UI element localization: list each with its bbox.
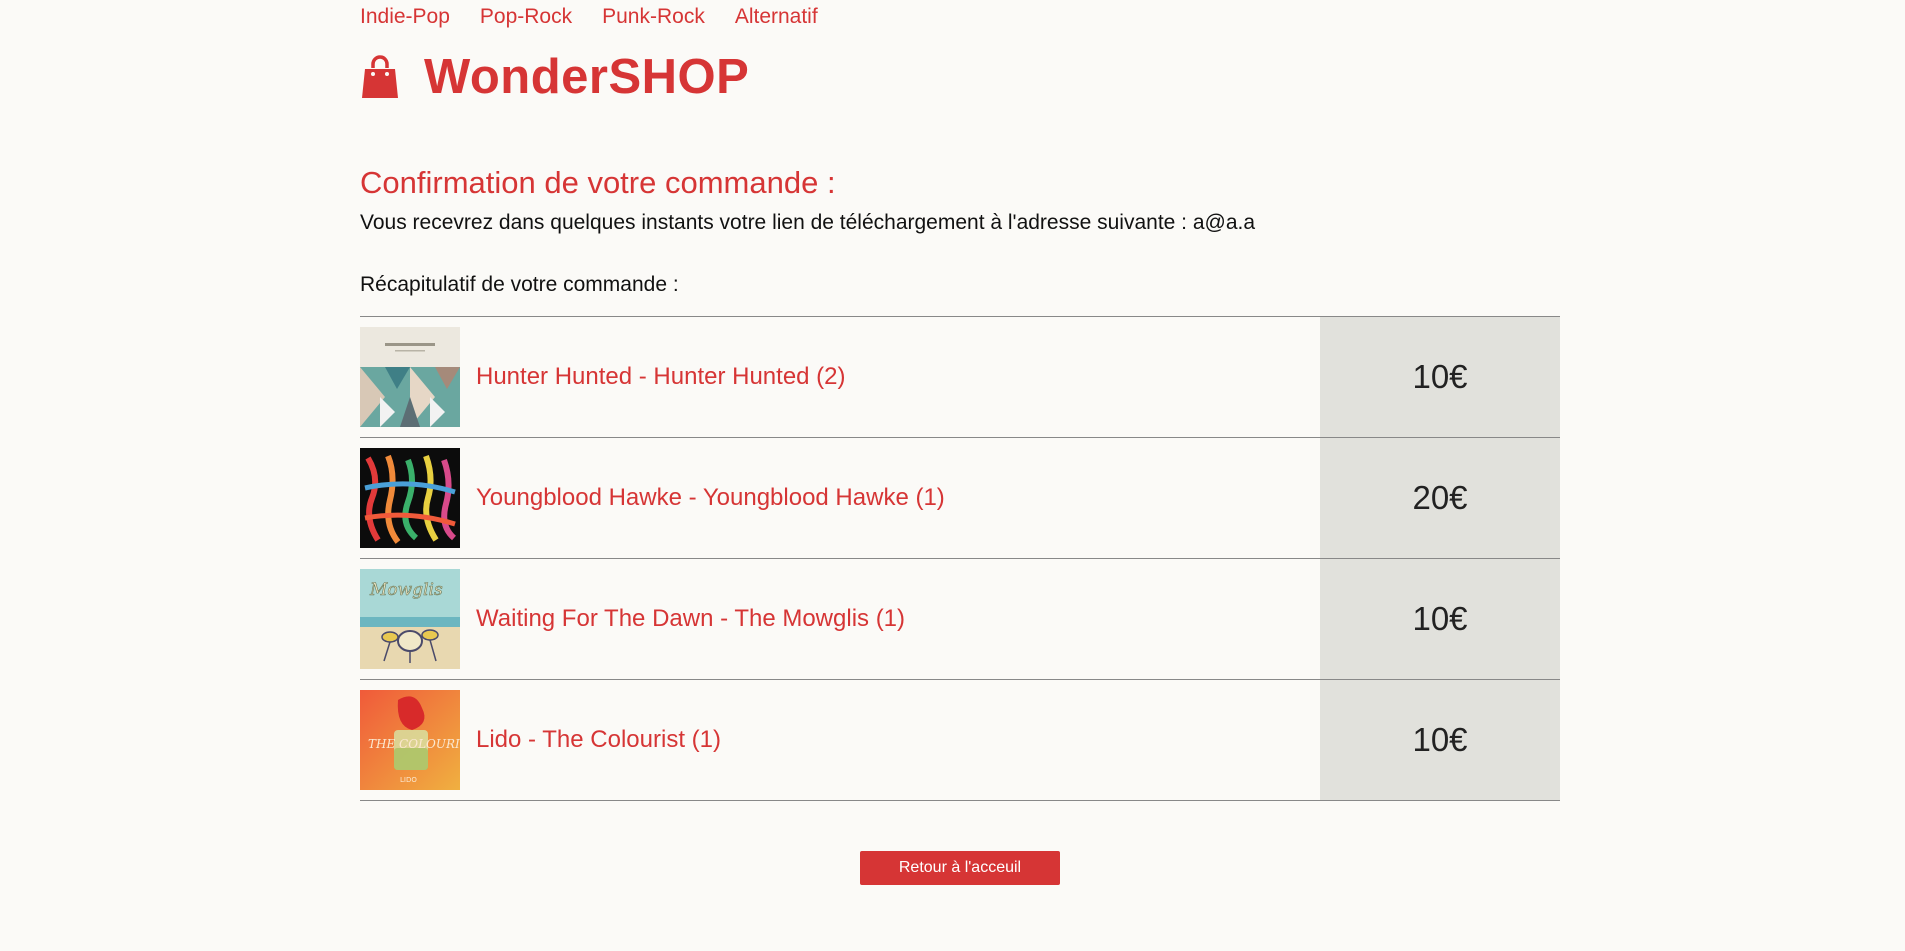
site-logo[interactable]: WonderSHOP [360,47,1560,107]
actions: Retour à l'acceuil [360,851,1560,885]
album-cover-youngblood-hawke[interactable] [360,448,460,548]
item-name[interactable]: Youngblood Hawke - Youngblood Hawke (1) [476,484,945,512]
table-row: Mowglis Waiting For The Dawn - The Mowgl… [360,559,1560,680]
item-price: 10€ [1320,559,1560,679]
table-row: Hunter Hunted - Hunter Hunted (2) 10€ [360,317,1560,438]
album-cover-the-colourist[interactable]: THE COLOURIST LIDO [360,690,460,790]
item-cell: Youngblood Hawke - Youngblood Hawke (1) [360,438,1320,558]
item-cell: Hunter Hunted - Hunter Hunted (2) [360,317,1320,437]
item-price: 10€ [1320,317,1560,437]
item-price: 20€ [1320,438,1560,558]
brand-name: WonderSHOP [424,50,750,104]
confirmation-text: Vous recevrez dans quelques instants vot… [360,211,1256,234]
table-row: Youngblood Hawke - Youngblood Hawke (1) … [360,438,1560,559]
album-cover-hunter-hunted[interactable] [360,327,460,427]
nav-item-indie-pop[interactable]: Indie-Pop [360,5,450,29]
svg-text:LIDO: LIDO [400,776,417,784]
item-name[interactable]: Lido - The Colourist (1) [476,726,721,754]
genre-nav: Indie-Pop Pop-Rock Punk-Rock Alternatif [360,0,1560,29]
table-row: THE COLOURIST LIDO Lido - The Colourist … [360,680,1560,801]
back-home-button[interactable]: Retour à l'acceuil [860,851,1060,885]
item-cell: Mowglis Waiting For The Dawn - The Mowgl… [360,559,1320,679]
order-summary-table: Hunter Hunted - Hunter Hunted (2) 10€ Yo… [360,316,1560,801]
item-name[interactable]: Hunter Hunted - Hunter Hunted (2) [476,363,846,391]
nav-item-alternatif[interactable]: Alternatif [735,5,818,29]
shopping-bag-icon [362,55,398,98]
page-container: Indie-Pop Pop-Rock Punk-Rock Alternatif … [360,0,1560,885]
item-cell: THE COLOURIST LIDO Lido - The Colourist … [360,680,1320,800]
svg-text:Mowglis: Mowglis [369,580,443,600]
confirmation-title: Confirmation de votre commande : [360,165,836,200]
nav-item-pop-rock[interactable]: Pop-Rock [480,5,572,29]
item-name[interactable]: Waiting For The Dawn - The Mowglis (1) [476,605,905,633]
svg-text:THE COLOURIST: THE COLOURIST [368,737,460,751]
nav-item-punk-rock[interactable]: Punk-Rock [602,5,705,29]
item-price: 10€ [1320,680,1560,800]
recap-title: Récapitulatif de votre commande : [360,273,679,296]
album-cover-the-mowglis[interactable]: Mowglis [360,569,460,669]
